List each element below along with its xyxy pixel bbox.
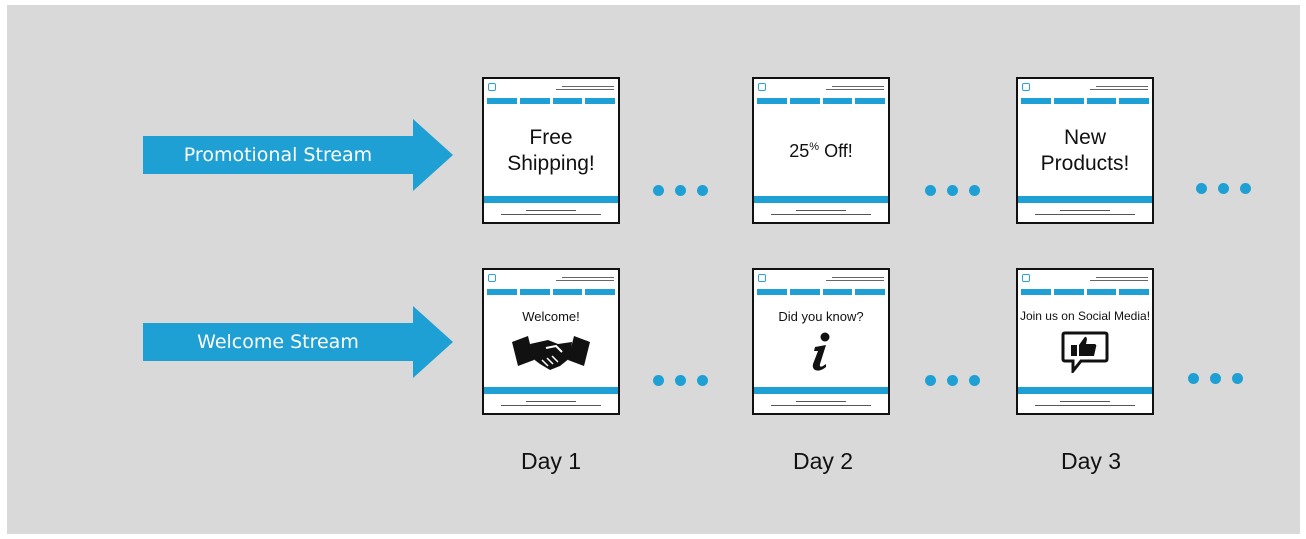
- email-thumbnail: Free Shipping!: [482, 77, 620, 224]
- day-label: Day 1: [520, 448, 582, 474]
- ellipsis-dots: [1188, 373, 1243, 384]
- ellipsis-dots: [653, 185, 708, 196]
- brand-logo: [488, 83, 498, 91]
- email-thumbnail: Join us on Social Media!: [1016, 268, 1154, 415]
- email-content: Welcome!: [484, 300, 618, 384]
- handshake-icon: [512, 332, 590, 377]
- email-content: Did you know?: [754, 300, 888, 384]
- email-nav-bar: [757, 98, 885, 104]
- promotional-stream-label: Promotional Stream: [183, 144, 373, 166]
- welcome-stream-label: Welcome Stream: [197, 331, 359, 353]
- email-content: Free Shipping!: [507, 126, 595, 175]
- brand-logo: [1022, 274, 1032, 282]
- brand-logo: [758, 83, 768, 91]
- email-nav-bar: [1021, 289, 1149, 295]
- email-thumbnail: 25% Off!: [752, 77, 890, 224]
- ellipsis-dots: [1196, 183, 1251, 194]
- thumbs-up-icon: [1061, 331, 1109, 378]
- ellipsis-dots: [925, 375, 980, 386]
- email-nav-bar: [487, 289, 615, 295]
- email-content: New Products!: [1040, 126, 1130, 175]
- brand-logo: [488, 274, 498, 282]
- brand-logo: [758, 274, 768, 282]
- email-nav-bar: [487, 98, 615, 104]
- email-thumbnail: New Products!: [1016, 77, 1154, 224]
- day-label: Day 2: [792, 448, 854, 474]
- ellipsis-dots: [925, 185, 980, 196]
- brand-logo: [1022, 83, 1032, 91]
- ellipsis-dots: [653, 375, 708, 386]
- promotional-stream-arrow: Promotional Stream: [143, 119, 453, 191]
- email-thumbnail: Welcome!: [482, 268, 620, 415]
- email-content: 25% Off!: [789, 140, 853, 161]
- email-nav-bar: [1021, 98, 1149, 104]
- email-nav-bar: [757, 289, 885, 295]
- email-thumbnail: Did you know?: [752, 268, 890, 415]
- email-content: Join us on Social Media!: [1018, 300, 1152, 384]
- info-icon: [806, 332, 836, 377]
- day-label: Day 3: [1060, 448, 1122, 474]
- welcome-stream-arrow: Welcome Stream: [143, 306, 453, 378]
